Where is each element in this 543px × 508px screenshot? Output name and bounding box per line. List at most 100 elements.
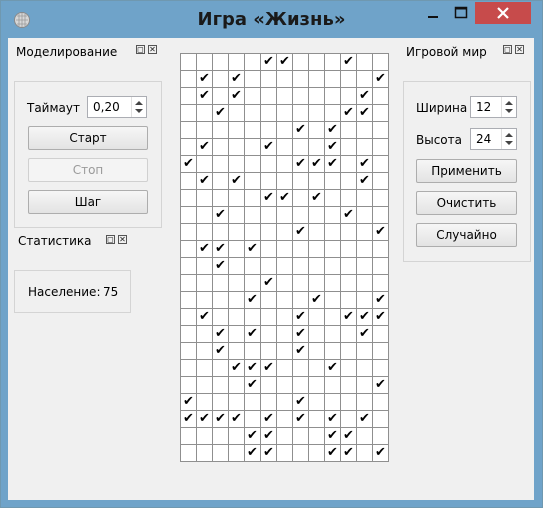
cell-empty[interactable] bbox=[324, 291, 341, 309]
spin-down-icon[interactable] bbox=[505, 141, 513, 145]
cell-alive[interactable]: ✔ bbox=[260, 138, 277, 156]
cell-empty[interactable] bbox=[228, 274, 245, 292]
cell-alive[interactable]: ✔ bbox=[372, 376, 389, 394]
cell-empty[interactable] bbox=[180, 359, 197, 377]
cell-alive[interactable]: ✔ bbox=[212, 206, 229, 224]
cell-empty[interactable] bbox=[356, 376, 373, 394]
cell-alive[interactable]: ✔ bbox=[356, 104, 373, 122]
close-icon[interactable]: ✕ bbox=[515, 45, 524, 54]
float-icon[interactable]: ◻ bbox=[106, 235, 115, 244]
cell-empty[interactable] bbox=[372, 189, 389, 207]
cell-alive[interactable]: ✔ bbox=[212, 342, 229, 360]
cell-empty[interactable] bbox=[228, 444, 245, 462]
cell-alive[interactable]: ✔ bbox=[292, 393, 309, 411]
cell-alive[interactable]: ✔ bbox=[372, 308, 389, 326]
cell-empty[interactable] bbox=[340, 223, 357, 241]
cell-empty[interactable] bbox=[324, 240, 341, 258]
cell-empty[interactable] bbox=[372, 53, 389, 71]
cell-empty[interactable] bbox=[324, 393, 341, 411]
close-icon[interactable] bbox=[475, 2, 531, 24]
cell-empty[interactable] bbox=[276, 138, 293, 156]
cell-alive[interactable]: ✔ bbox=[324, 155, 341, 173]
spin-arrows[interactable] bbox=[501, 129, 516, 149]
cell-empty[interactable] bbox=[228, 121, 245, 139]
cell-empty[interactable] bbox=[212, 393, 229, 411]
cell-empty[interactable] bbox=[260, 257, 277, 275]
cell-empty[interactable] bbox=[212, 274, 229, 292]
cell-empty[interactable] bbox=[244, 257, 261, 275]
cell-empty[interactable] bbox=[372, 257, 389, 275]
cell-empty[interactable] bbox=[212, 172, 229, 190]
cell-empty[interactable] bbox=[292, 104, 309, 122]
cell-empty[interactable] bbox=[244, 121, 261, 139]
cell-empty[interactable] bbox=[340, 189, 357, 207]
cell-empty[interactable] bbox=[212, 427, 229, 445]
cell-empty[interactable] bbox=[260, 87, 277, 105]
step-button[interactable]: Шаг bbox=[28, 190, 148, 214]
cell-empty[interactable] bbox=[260, 240, 277, 258]
cell-empty[interactable] bbox=[212, 70, 229, 88]
cell-empty[interactable] bbox=[212, 155, 229, 173]
cell-empty[interactable] bbox=[308, 376, 325, 394]
cell-empty[interactable] bbox=[276, 342, 293, 360]
cell-empty[interactable] bbox=[372, 342, 389, 360]
cell-empty[interactable] bbox=[276, 223, 293, 241]
cell-empty[interactable] bbox=[308, 121, 325, 139]
cell-empty[interactable] bbox=[276, 87, 293, 105]
cell-empty[interactable] bbox=[324, 104, 341, 122]
cell-empty[interactable] bbox=[324, 87, 341, 105]
cell-empty[interactable] bbox=[356, 70, 373, 88]
cell-empty[interactable] bbox=[308, 206, 325, 224]
cell-alive[interactable]: ✔ bbox=[276, 53, 293, 71]
cell-empty[interactable] bbox=[244, 172, 261, 190]
cell-empty[interactable] bbox=[180, 240, 197, 258]
cell-empty[interactable] bbox=[196, 427, 213, 445]
cell-empty[interactable] bbox=[308, 53, 325, 71]
cell-empty[interactable] bbox=[244, 87, 261, 105]
cell-empty[interactable] bbox=[324, 172, 341, 190]
cell-empty[interactable] bbox=[180, 274, 197, 292]
cell-alive[interactable]: ✔ bbox=[372, 444, 389, 462]
cell-alive[interactable]: ✔ bbox=[196, 410, 213, 428]
cell-empty[interactable] bbox=[292, 291, 309, 309]
cell-alive[interactable]: ✔ bbox=[372, 223, 389, 241]
cell-empty[interactable] bbox=[372, 87, 389, 105]
cell-alive[interactable]: ✔ bbox=[244, 427, 261, 445]
cell-empty[interactable] bbox=[292, 444, 309, 462]
cell-empty[interactable] bbox=[276, 410, 293, 428]
cell-alive[interactable]: ✔ bbox=[260, 410, 277, 428]
cell-empty[interactable] bbox=[260, 206, 277, 224]
float-icon[interactable]: ◻ bbox=[503, 45, 512, 54]
cell-empty[interactable] bbox=[308, 308, 325, 326]
cell-empty[interactable] bbox=[244, 70, 261, 88]
cell-empty[interactable] bbox=[308, 70, 325, 88]
cell-alive[interactable]: ✔ bbox=[228, 172, 245, 190]
cell-empty[interactable] bbox=[308, 223, 325, 241]
random-button[interactable]: Случайно bbox=[416, 223, 517, 247]
cell-empty[interactable] bbox=[292, 138, 309, 156]
cell-empty[interactable] bbox=[180, 104, 197, 122]
cell-empty[interactable] bbox=[260, 325, 277, 343]
cell-empty[interactable] bbox=[292, 70, 309, 88]
cell-alive[interactable]: ✔ bbox=[356, 325, 373, 343]
cell-empty[interactable] bbox=[372, 104, 389, 122]
cell-empty[interactable] bbox=[196, 376, 213, 394]
cell-empty[interactable] bbox=[244, 393, 261, 411]
cell-alive[interactable]: ✔ bbox=[260, 189, 277, 207]
cell-empty[interactable] bbox=[308, 427, 325, 445]
cell-alive[interactable]: ✔ bbox=[196, 70, 213, 88]
cell-empty[interactable] bbox=[180, 308, 197, 326]
cell-alive[interactable]: ✔ bbox=[292, 121, 309, 139]
cell-empty[interactable] bbox=[212, 121, 229, 139]
cell-empty[interactable] bbox=[244, 189, 261, 207]
cell-alive[interactable]: ✔ bbox=[308, 189, 325, 207]
cell-empty[interactable] bbox=[180, 138, 197, 156]
cell-empty[interactable] bbox=[212, 359, 229, 377]
cell-empty[interactable] bbox=[244, 342, 261, 360]
cell-empty[interactable] bbox=[196, 444, 213, 462]
cell-empty[interactable] bbox=[212, 87, 229, 105]
cell-empty[interactable] bbox=[244, 53, 261, 71]
cell-empty[interactable] bbox=[180, 223, 197, 241]
cell-empty[interactable] bbox=[292, 240, 309, 258]
cell-empty[interactable] bbox=[212, 53, 229, 71]
